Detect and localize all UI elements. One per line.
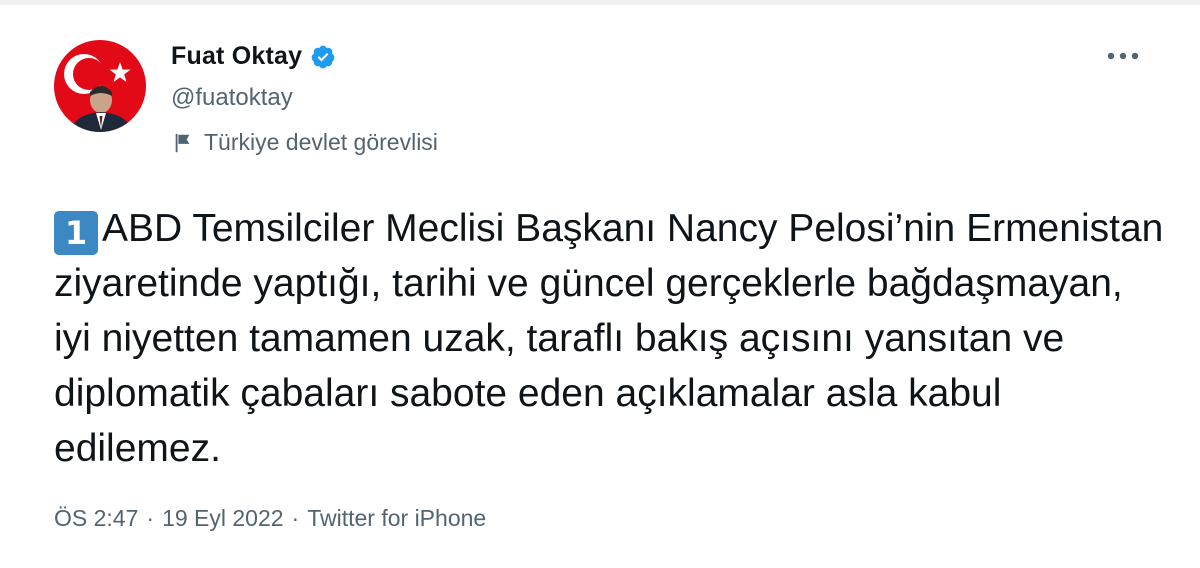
verified-badge-icon (311, 45, 335, 68)
tweet-date[interactable]: 19 Eyl 2022 (162, 505, 283, 532)
account-label-text: Türkiye devlet görevlisi (204, 129, 438, 155)
tweet-source-link[interactable]: Twitter for iPhone (307, 505, 486, 532)
avatar-image (54, 40, 146, 132)
meta-separator: · (146, 505, 155, 531)
tweet-card: Fuat Oktay @fuatoktay Türkiye devlet gör… (0, 0, 1200, 568)
tweet-body: 1 ABD Temsilciler Meclisi Başkanı Nancy P… (54, 201, 1164, 476)
tweet-text: ABD Temsilciler Meclisi Başkanı Nancy Pe… (54, 207, 1164, 470)
author-display-name[interactable]: Fuat Oktay (171, 42, 302, 71)
meta-separator: · (291, 505, 300, 531)
avatar[interactable] (54, 40, 146, 132)
flag-icon (175, 133, 190, 152)
tweet-time[interactable]: ÖS 2:47 (54, 505, 138, 532)
account-label: Türkiye devlet görevlisi (172, 129, 438, 156)
top-divider (0, 0, 1200, 5)
tweet-meta: ÖS 2:47 · 19 Eyl 2022 · Twitter for iPho… (54, 505, 486, 532)
keycap-1-icon: 1 (54, 211, 98, 255)
more-horizontal-icon (1107, 52, 1139, 60)
author-name-row: Fuat Oktay (171, 42, 336, 71)
author-handle[interactable]: @fuatoktay (171, 84, 293, 112)
more-options-button[interactable] (1100, 36, 1146, 76)
